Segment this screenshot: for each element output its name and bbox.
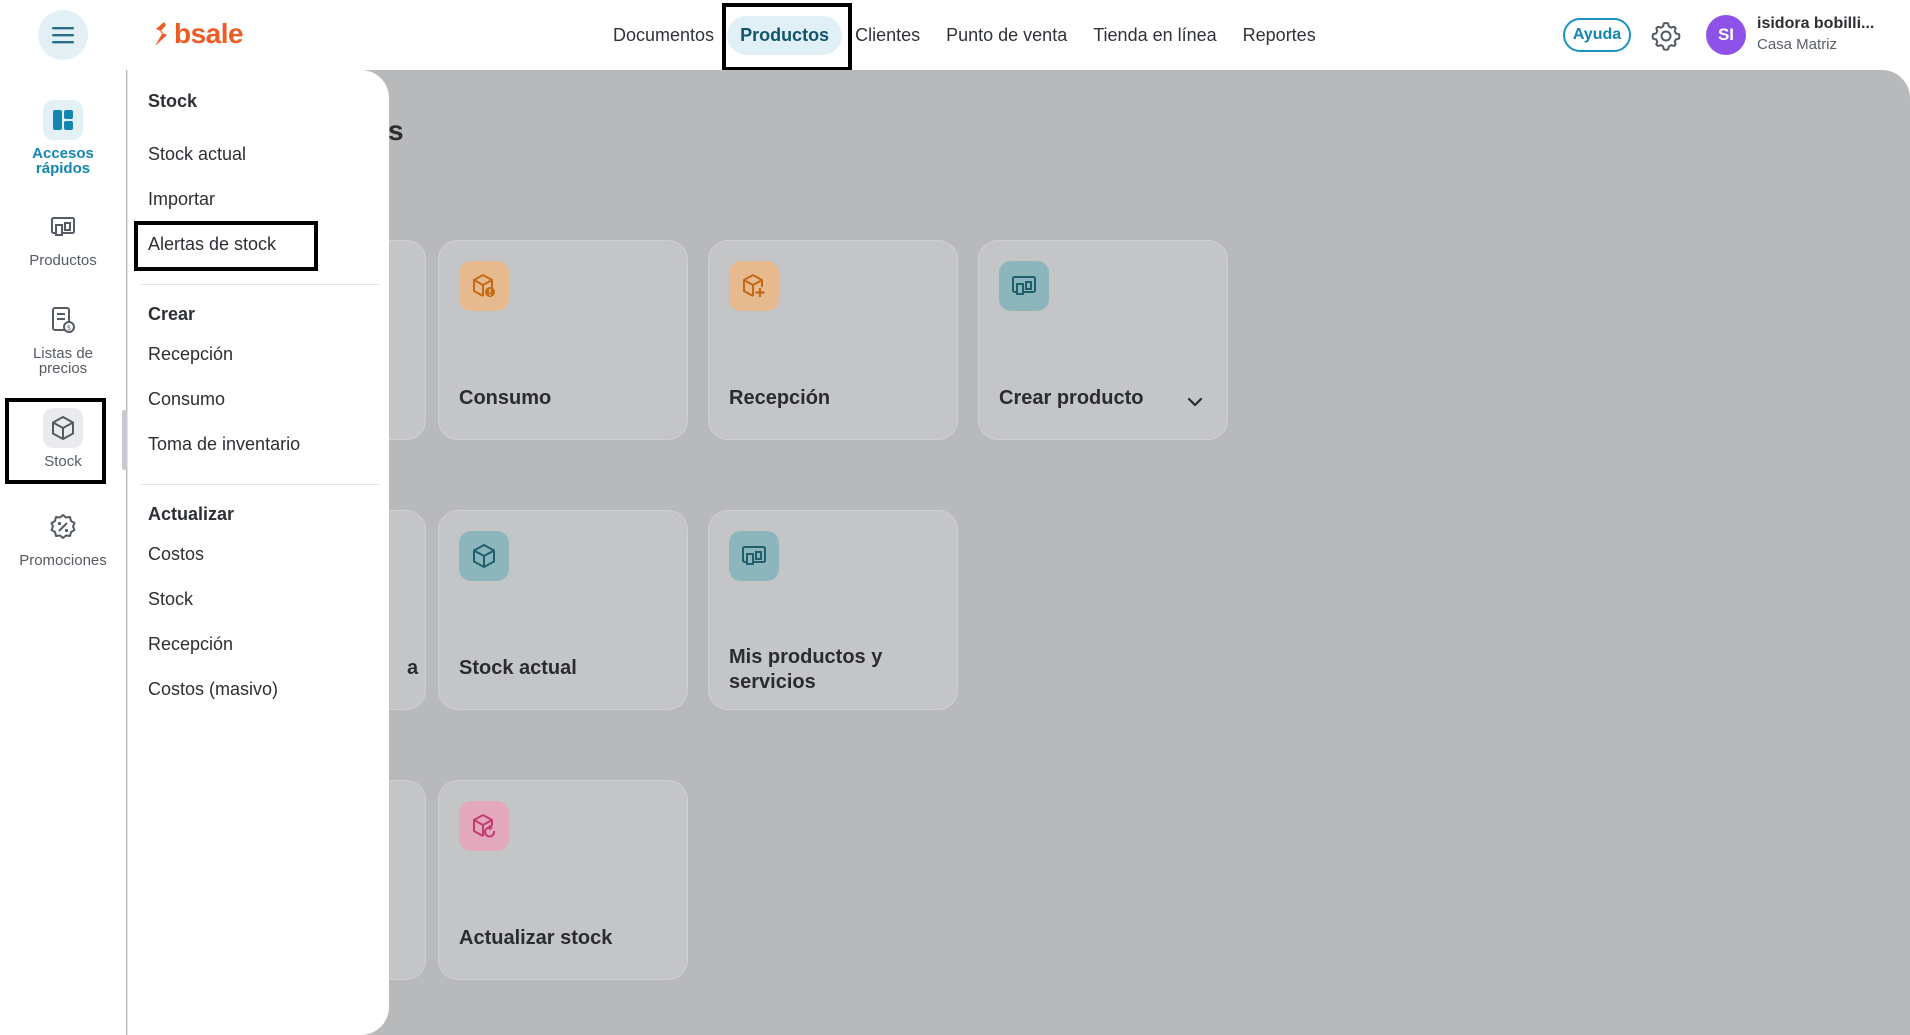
nav-tienda-en-linea[interactable]: Tienda en línea [1080, 16, 1229, 55]
page-title: s [388, 115, 404, 146]
svg-text:$: $ [67, 324, 71, 332]
card-label: Stock actual [459, 657, 577, 679]
card-recepcion[interactable]: Recepción [708, 240, 958, 440]
menu-item-consumo[interactable]: Consumo [148, 389, 225, 410]
stock-highlight-box [5, 398, 106, 484]
nav-documentos[interactable]: Documentos [600, 16, 727, 55]
price-list-icon: $ [43, 300, 83, 340]
nav-reportes[interactable]: Reportes [1230, 16, 1329, 55]
nav-clientes[interactable]: Clientes [842, 16, 933, 55]
menu-item-importar[interactable]: Importar [148, 189, 215, 210]
menu-item-actualizar-stock[interactable]: Stock [148, 589, 193, 610]
menu-item-costos[interactable]: Costos [148, 544, 204, 565]
left-sidebar: Accesos rápidos Productos $ Listas de pr… [0, 70, 126, 1035]
bsale-logo[interactable]: bsale [152, 18, 244, 50]
sidebar-label: Promociones [19, 552, 107, 569]
sidebar-label: Listas de precios [32, 345, 94, 377]
main-navigation: Documentos Productos Clientes Punto de v… [600, 15, 1329, 55]
menu-toggle-button[interactable] [38, 10, 88, 60]
chevron-down-icon[interactable] [1187, 397, 1203, 407]
divider [140, 284, 380, 285]
menu-section-heading: Crear [148, 304, 196, 324]
stock-menu-panel: Stock Stock actual Importar Alertas de s… [127, 70, 389, 1035]
menu-section-heading: Stock [148, 91, 198, 111]
products-icon [999, 261, 1049, 311]
sidebar-label: Productos [29, 252, 97, 269]
products-icon [729, 531, 779, 581]
box-refresh-icon [459, 801, 509, 851]
promotion-icon [43, 507, 83, 547]
card-label: Mis productos y servicios [729, 646, 883, 693]
sidebar-label: Accesos rápidos [32, 145, 94, 177]
dashboard-icon [43, 100, 83, 140]
products-icon [43, 207, 83, 247]
productos-highlight-box [722, 3, 852, 71]
card-stock-actual[interactable]: Stock actual [438, 510, 688, 710]
menu-item-recepcion[interactable]: Recepción [148, 344, 233, 365]
menu-item-stock-actual[interactable]: Stock actual [148, 144, 246, 165]
divider [140, 484, 380, 485]
card-crear-producto[interactable]: Crear producto [978, 240, 1228, 440]
menu-section-heading: Actualizar [148, 504, 235, 524]
help-button[interactable]: Ayuda [1563, 18, 1631, 52]
alertas-highlight-box [134, 221, 318, 271]
menu-item-toma-de-inventario[interactable]: Toma de inventario [148, 434, 300, 455]
card-mis-productos-y-servicios[interactable]: Mis productos y servicios [708, 510, 958, 710]
card-label: Recepción [729, 387, 831, 409]
card-actualizar-stock[interactable]: Actualizar stock [438, 780, 688, 980]
card-label: Consumo [459, 387, 552, 409]
nav-punto-de-venta[interactable]: Punto de venta [933, 16, 1080, 55]
box-plus-icon [729, 261, 779, 311]
sidebar-item-accesos-rapidos[interactable]: Accesos rápidos [0, 100, 126, 176]
user-name[interactable]: isidora bobilli... [1757, 15, 1874, 33]
hamburger-icon [52, 27, 74, 44]
bsale-logo-icon [155, 22, 167, 46]
sidebar-item-listas-de-precios[interactable]: $ Listas de precios [0, 300, 126, 376]
menu-item-actualizar-recepcion[interactable]: Recepción [148, 634, 233, 655]
card-consumo[interactable]: Consumo [438, 240, 688, 440]
sidebar-item-promociones[interactable]: Promociones [0, 507, 126, 568]
user-branch: Casa Matriz [1757, 36, 1838, 53]
logo-text: bsale [174, 18, 244, 49]
card-label: Crear producto [999, 387, 1144, 409]
avatar[interactable]: SI [1706, 15, 1746, 55]
top-bar: bsale Documentos Productos Clientes Punt… [0, 0, 1910, 71]
menu-item-costos-masivo[interactable]: Costos (masivo) [148, 679, 278, 700]
gear-icon[interactable] [1650, 20, 1682, 52]
box-icon [459, 531, 509, 581]
card-label: Actualizar stock [459, 927, 613, 949]
sidebar-item-productos[interactable]: Productos [0, 207, 126, 268]
box-alert-icon [459, 261, 509, 311]
main-content-overlay: s a Consumo Recepción Crear producto Sto… [126, 70, 1910, 1035]
